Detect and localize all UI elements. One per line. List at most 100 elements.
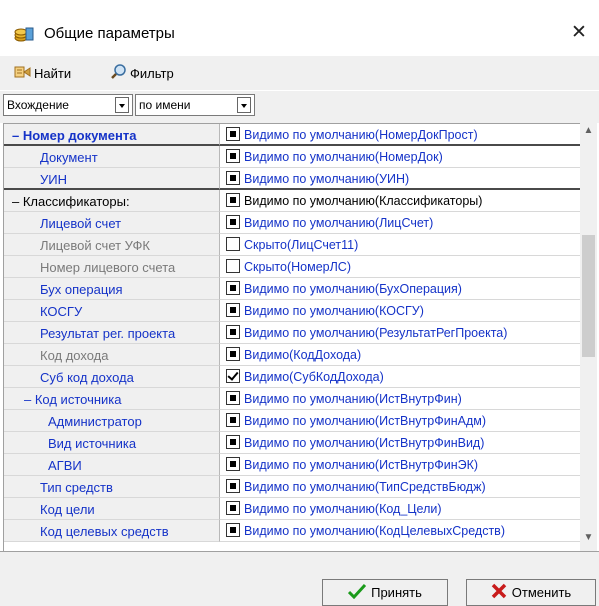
checkbox[interactable] xyxy=(226,457,240,471)
table-row[interactable]: Тип средств Видимо по умолчанию(ТипСредс… xyxy=(4,476,581,498)
table-row[interactable]: – Номер документа Видимо по умолчанию(Но… xyxy=(4,124,581,146)
checkbox[interactable] xyxy=(226,149,240,163)
table-row[interactable]: Суб код дохода Видимо(СубКодДохода) xyxy=(4,366,581,388)
checkbox[interactable] xyxy=(226,435,240,449)
checkbox[interactable] xyxy=(226,347,240,361)
row-label: – Классификаторы: xyxy=(12,194,130,209)
checkbox[interactable] xyxy=(226,523,240,537)
checkmark-icon xyxy=(348,583,371,602)
table-row[interactable]: КОСГУ Видимо по умолчанию(КОСГУ) xyxy=(4,300,581,322)
row-label: – Номер документа xyxy=(12,128,137,143)
coins-icon xyxy=(14,26,34,42)
row-label: Суб код дохода xyxy=(40,370,134,385)
accept-button[interactable]: Принять xyxy=(322,579,448,606)
row-value: Видимо(СубКодДохода) xyxy=(244,370,384,384)
row-value: Видимо по умолчанию(НомерДок) xyxy=(244,150,443,164)
filter-label: Фильтр xyxy=(130,65,174,81)
row-value: Видимо по умолчанию(ИстВнутрФинАдм) xyxy=(244,414,486,428)
scrollbar-thumb[interactable] xyxy=(582,235,595,357)
row-value: Видимо(КодДохода) xyxy=(244,348,362,362)
checkbox[interactable] xyxy=(226,215,240,229)
row-label: Результат рег. проекта xyxy=(40,326,176,341)
table-row[interactable]: АГВИ Видимо по умолчанию(ИстВнутрФинЭК) xyxy=(4,454,581,476)
row-value: Видимо по умолчанию(УИН) xyxy=(244,172,410,186)
row-value: Скрыто(НомерЛС) xyxy=(244,260,352,274)
accept-label: Принять xyxy=(371,585,422,600)
row-label: Номер лицевого счета xyxy=(40,260,176,275)
row-label: Тип средств xyxy=(40,480,113,495)
chevron-down-icon[interactable]: ▼ xyxy=(580,532,597,549)
table-row[interactable]: Результат рег. проекта Видимо по умолчан… xyxy=(4,322,581,344)
filter-bar: Вхождение по имени xyxy=(0,91,599,123)
row-label: КОСГУ xyxy=(40,304,83,319)
match-mode-value: Вхождение xyxy=(7,98,69,112)
table-row[interactable]: – Код источника Видимо по умолчанию(ИстВ… xyxy=(4,388,581,410)
table-row[interactable]: Код дохода Видимо(КодДохода) xyxy=(4,344,581,366)
table-row[interactable]: Код цели Видимо по умолчанию(Код_Цели) xyxy=(4,498,581,520)
row-label: Документ xyxy=(40,150,98,165)
search-field-select[interactable]: по имени xyxy=(135,94,255,116)
row-label: Код цели xyxy=(40,502,95,517)
row-value: Видимо по умолчанию(ЛицСчет) xyxy=(244,216,434,230)
row-label: Лицевой счет xyxy=(40,216,122,231)
row-label: – Код источника xyxy=(24,392,122,407)
row-value: Видимо по умолчанию(БухОперация) xyxy=(244,282,462,296)
row-label: Код дохода xyxy=(40,348,109,363)
checkbox[interactable] xyxy=(226,369,240,383)
toolbar: Найти Фильтр xyxy=(0,56,599,90)
checkbox[interactable] xyxy=(226,501,240,515)
match-mode-select[interactable]: Вхождение xyxy=(3,94,133,116)
vertical-scrollbar[interactable]: ▲ ▼ xyxy=(580,123,597,551)
checkbox[interactable] xyxy=(226,479,240,493)
table-row[interactable]: Код целевых средств Видимо по умолчанию(… xyxy=(4,520,581,542)
checkbox[interactable] xyxy=(226,171,240,185)
table-row[interactable]: – Классификаторы: Видимо по умолчанию(Кл… xyxy=(4,190,581,212)
table-row[interactable]: УИН Видимо по умолчанию(УИН) xyxy=(4,168,581,190)
search-field-value: по имени xyxy=(139,98,191,112)
find-icon xyxy=(14,64,34,83)
filter-button[interactable]: Фильтр xyxy=(110,63,174,83)
row-label: Лицевой счет УФК xyxy=(40,238,150,253)
magnifier-icon xyxy=(110,63,130,83)
checkbox[interactable] xyxy=(226,281,240,295)
row-label: Вид источника xyxy=(48,436,137,451)
row-label: Бух операция xyxy=(40,282,123,297)
find-label: Найти xyxy=(34,65,72,81)
close-button[interactable]: ✕ xyxy=(566,20,592,46)
table-row[interactable]: Лицевой счет Видимо по умолчанию(ЛицСчет… xyxy=(4,212,581,234)
row-value: Видимо по умолчанию(ИстВнутрФинВид) xyxy=(244,436,485,450)
checkbox[interactable] xyxy=(226,391,240,405)
checkbox[interactable] xyxy=(226,237,240,251)
row-value: Видимо по умолчанию(ТипСредствБюдж) xyxy=(244,480,486,494)
row-value: Видимо по умолчанию(ИстВнутрФинЭК) xyxy=(244,458,479,472)
row-label: УИН xyxy=(40,172,67,187)
chevron-down-icon[interactable] xyxy=(115,97,129,113)
checkbox[interactable] xyxy=(226,193,240,207)
row-label: АГВИ xyxy=(48,458,82,473)
table-row[interactable]: Лицевой счет УФК Скрыто(ЛицСчет11) xyxy=(4,234,581,256)
chevron-up-icon[interactable]: ▲ xyxy=(580,125,597,142)
checkbox[interactable] xyxy=(226,127,240,141)
row-value: Видимо по умолчанию(КОСГУ) xyxy=(244,304,424,318)
find-button[interactable]: Найти xyxy=(14,63,71,83)
window-title: Общие параметры xyxy=(44,25,175,42)
chevron-down-icon[interactable] xyxy=(237,97,251,113)
table-row[interactable]: Бух операция Видимо по умолчанию(БухОпер… xyxy=(4,278,581,300)
table-row[interactable]: Документ Видимо по умолчанию(НомерДок) xyxy=(4,146,581,168)
table-row[interactable]: Вид источника Видимо по умолчанию(ИстВну… xyxy=(4,432,581,454)
title-bar: Общие параметры ✕ xyxy=(0,0,599,56)
checkbox[interactable] xyxy=(226,325,240,339)
checkbox[interactable] xyxy=(226,259,240,273)
row-label: Код целевых средств xyxy=(40,524,169,539)
row-value: Видимо по умолчанию(РезультатРегПроекта) xyxy=(244,326,508,340)
row-value: Видимо по умолчанию(Код_Цели) xyxy=(244,502,442,516)
cross-icon xyxy=(491,583,512,602)
table-row[interactable]: Номер лицевого счета Скрыто(НомерЛС) xyxy=(4,256,581,278)
checkbox[interactable] xyxy=(226,303,240,317)
dialog-footer: Принять Отменить xyxy=(0,551,599,606)
row-value: Видимо по умолчанию(КодЦелевыхСредств) xyxy=(244,524,505,538)
parameters-grid: – Номер документа Видимо по умолчанию(Но… xyxy=(3,123,581,552)
checkbox[interactable] xyxy=(226,413,240,427)
table-row[interactable]: Администратор Видимо по умолчанию(ИстВну… xyxy=(4,410,581,432)
cancel-button[interactable]: Отменить xyxy=(466,579,596,606)
